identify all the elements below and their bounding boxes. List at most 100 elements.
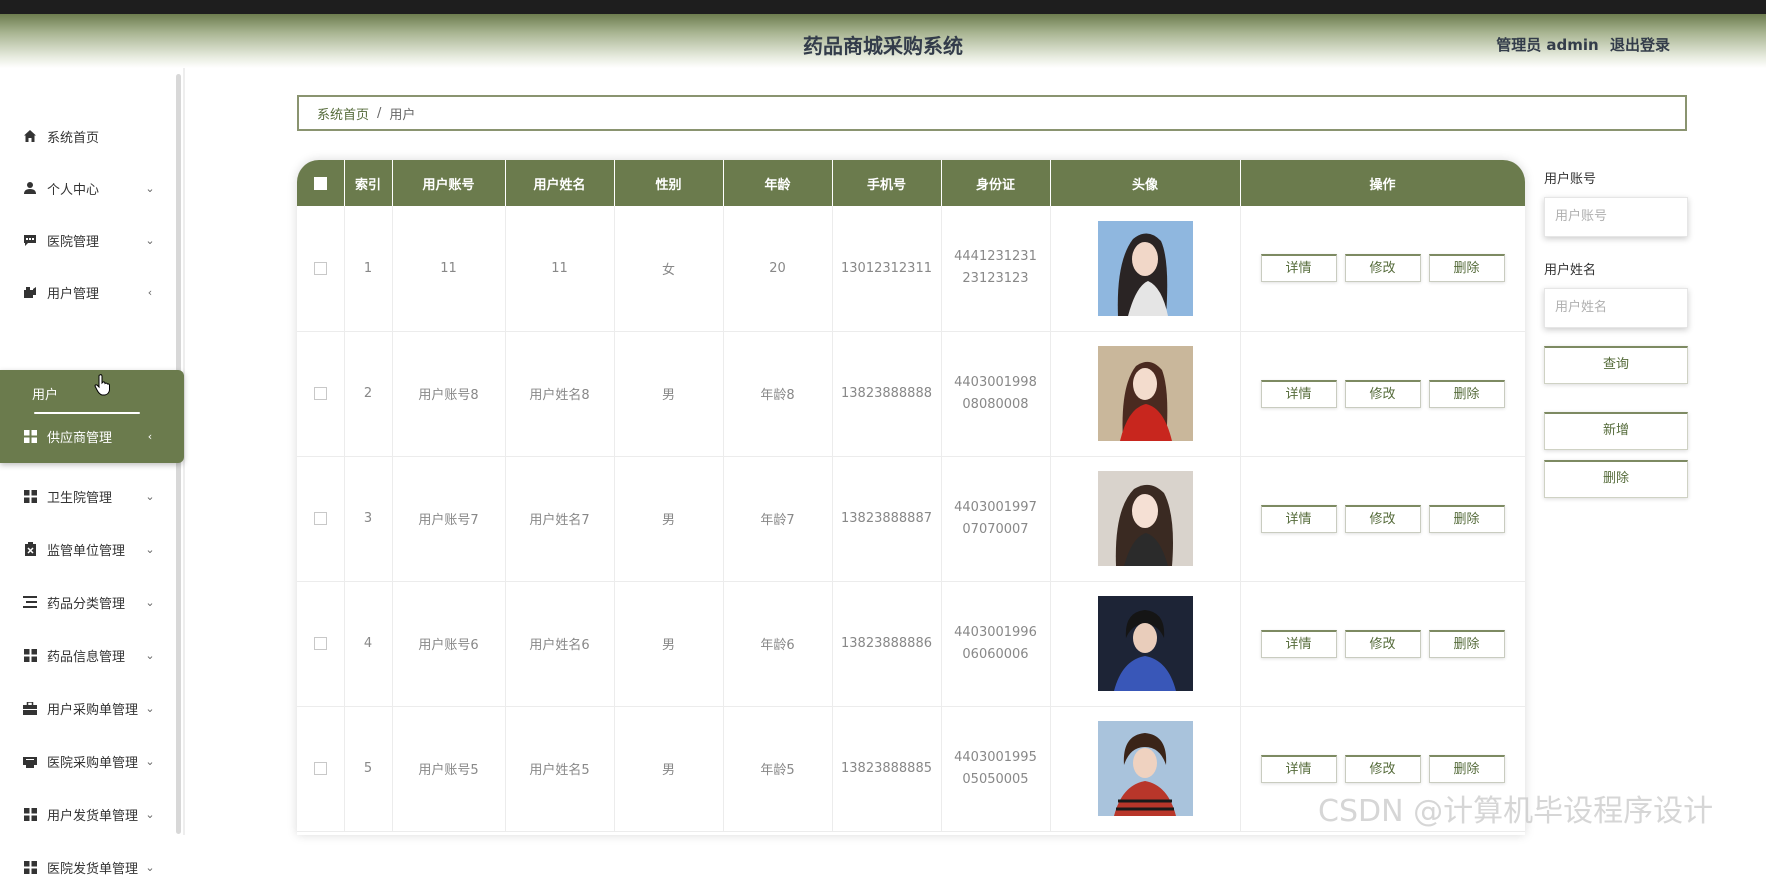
detail-button[interactable]: 详情 [1260,629,1337,658]
sidebar-item-label: 医院管理 [47,234,100,250]
detail-button[interactable]: 详情 [1260,379,1337,408]
sidebar-item-drug-info[interactable]: 药品信息管理 ⌄ [0,635,176,675]
age-cell: 年龄5 [723,706,833,832]
sidebar-item-label: 药品分类管理 [47,596,126,612]
app-header: 药品商城采购系统 管理员 admin 退出登录 [0,14,1766,68]
logout-link[interactable]: 退出登录 [1610,36,1670,54]
chevron-left-icon: ‹ [147,285,153,299]
idcard-cell: 440300199606060006 [941,581,1051,707]
row-checkbox[interactable] [313,762,327,775]
name-search-input[interactable]: 用户姓名 [1544,288,1688,328]
sidebar-item-supplier[interactable]: 供应商管理 ‹ [0,416,176,456]
grid-icon [22,647,38,663]
account-cell: 用户账号8 [392,331,506,457]
idcard-cell: 440300199505050005 [941,706,1051,832]
breadcrumb: 系统首页 / 用户 [297,95,1687,131]
sidebar-item-user-purchase[interactable]: 用户采购单管理 ⌄ [0,688,176,728]
row-select-cell [297,581,345,707]
name-cell: 用户姓名7 [505,456,615,582]
briefcase-icon [22,700,38,716]
sidebar-item-label: 用户发货单管理 [47,808,139,824]
delete-button[interactable]: 删除 [1428,629,1505,658]
sidebar-item-personal[interactable]: 个人中心 ⌄ [0,168,176,208]
sidebar-item-label: 用户管理 [47,286,100,302]
sidebar-item-user-manage[interactable]: 用户管理 ‹ [0,272,176,312]
table-header-row: 索引 用户账号 用户姓名 性别 年龄 手机号 身份证 头像 操作 [297,160,1525,206]
sidebar-item-health-center[interactable]: 卫生院管理 ⌄ [0,476,176,516]
phone-cell: 13823888885 [832,706,942,832]
phone-cell: 13823888886 [832,581,942,707]
account-cell: 11 [392,206,506,332]
delete-button[interactable]: 删除 [1428,379,1505,408]
select-all-checkbox[interactable] [313,176,327,190]
table-row: 3 用户账号7 用户姓名7 男 年龄7 13823888887 44030019… [297,456,1525,582]
name-cell: 用户姓名8 [505,331,615,457]
sidebar-item-hospital-shipment[interactable]: 医院发货单管理 ⌄ [0,847,176,887]
avatar-cell [1050,581,1241,707]
name-search-label: 用户姓名 [1544,263,1597,278]
avatar-cell [1050,331,1241,457]
row-checkbox[interactable] [313,261,327,275]
sidebar-item-home[interactable]: 系统首页 [0,116,176,156]
grid-icon [22,428,38,444]
delete-button[interactable]: 删除 [1428,504,1505,533]
edit-button[interactable]: 修改 [1344,629,1421,658]
account-search-label: 用户账号 [1544,172,1597,187]
chevron-down-icon: ⌄ [145,754,155,768]
actions-cell: 详情 修改 删除 [1240,581,1525,707]
col-header: 身份证 [941,160,1051,206]
edit-button[interactable]: 修改 [1344,504,1421,533]
row-checkbox[interactable] [313,512,327,525]
detail-button[interactable]: 详情 [1260,504,1337,533]
avatar-cell [1050,706,1241,832]
chevron-down-icon: ⌄ [145,542,155,556]
account-cell: 用户账号5 [392,706,506,832]
chevron-down-icon: ⌄ [145,181,155,195]
sidebar-item-hospital-purchase[interactable]: 医院采购单管理 ⌄ [0,741,176,781]
sidebar-item-label: 用户采购单管理 [47,702,139,718]
select-all-cell [297,160,345,206]
avatar-cell [1050,206,1241,332]
row-checkbox[interactable] [313,387,327,400]
delete-button[interactable]: 删除 [1428,254,1505,283]
avatar [1097,721,1193,816]
sidebar-item-hospital[interactable]: 医院管理 ⌄ [0,220,176,260]
breadcrumb-current: 用户 [389,107,416,123]
age-cell: 年龄7 [723,456,833,582]
col-header: 手机号 [832,160,942,206]
gender-cell: 女 [614,206,724,332]
home-icon [22,128,38,144]
detail-button[interactable]: 详情 [1260,254,1337,283]
delete-button[interactable]: 删除 [1428,754,1505,783]
row-checkbox[interactable] [313,637,327,650]
account-search-input[interactable]: 用户账号 [1544,197,1688,237]
query-button[interactable]: 查询 [1544,346,1688,384]
index-cell: 1 [344,206,393,332]
batch-delete-button[interactable]: 删除 [1544,460,1688,498]
clipboard-x-icon [22,541,38,557]
table-row: 2 用户账号8 用户姓名8 男 年龄8 13823888888 44030019… [297,331,1525,457]
add-button[interactable]: 新增 [1544,412,1688,450]
name-cell: 用户姓名5 [505,706,615,832]
sidebar-item-regulator[interactable]: 监管单位管理 ⌄ [0,529,176,569]
avatar [1097,220,1193,316]
row-select-cell [297,456,345,582]
sidebar-subitem-user[interactable]: 用户 [32,384,58,403]
admin-label: 管理员 admin [1496,36,1599,54]
index-cell: 4 [344,581,393,707]
detail-button[interactable]: 详情 [1260,754,1337,783]
account-cell: 用户账号6 [392,581,506,707]
breadcrumb-separator: / [377,105,382,121]
edit-button[interactable]: 修改 [1344,754,1421,783]
name-cell: 11 [505,206,615,332]
person-icon [22,180,38,196]
sidebar-item-drug-category[interactable]: 药品分类管理 ⌄ [0,582,176,622]
edit-button[interactable]: 修改 [1344,254,1421,283]
breadcrumb-home[interactable]: 系统首页 [317,104,369,123]
chevron-down-icon: ⌄ [145,807,155,821]
grid-icon [22,859,38,875]
edit-button[interactable]: 修改 [1344,379,1421,408]
age-cell: 年龄8 [723,331,833,457]
sidebar-item-user-shipment[interactable]: 用户发货单管理 ⌄ [0,794,176,834]
table-row: 1 11 11 女 20 13012312311 444123123123123… [297,206,1525,332]
